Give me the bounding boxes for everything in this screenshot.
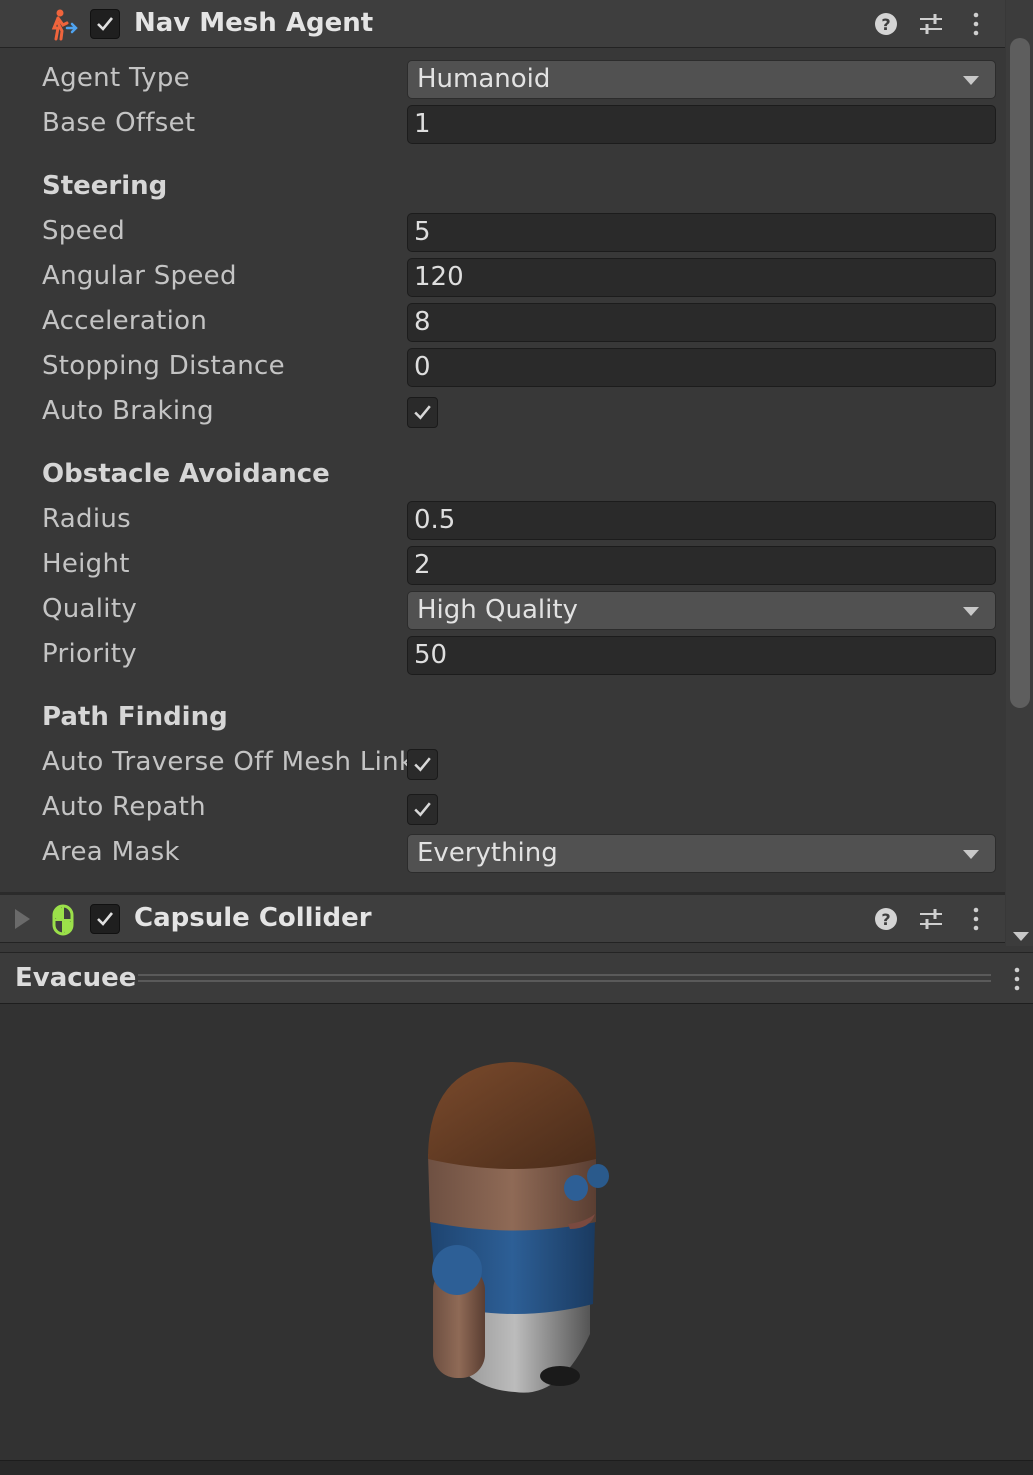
nav-mesh-agent-icon [51,9,78,41]
capsule-collider-icon [52,904,74,936]
checkmark-icon [414,802,431,817]
quality-dropdown[interactable]: High Quality [407,591,996,630]
agent-type-dropdown[interactable]: Humanoid [407,60,996,99]
preview-viewport[interactable] [0,1004,1033,1460]
svg-text:?: ? [881,910,890,929]
steering-heading: Steering [42,171,168,201]
acceleration-label: Acceleration [42,306,208,336]
nav-mesh-agent-enabled-toggle[interactable] [90,9,120,39]
auto-repath-checkbox[interactable] [407,794,438,825]
stopping-distance-field[interactable]: 0 [407,348,996,387]
kebab-menu-icon[interactable] [1006,965,1028,993]
auto-traverse-checkbox[interactable] [407,749,438,780]
agent-type-value: Humanoid [417,64,551,94]
auto-braking-checkbox[interactable] [407,397,438,428]
auto-braking-label: Auto Braking [42,396,214,426]
kebab-menu-icon[interactable] [962,10,990,38]
checkmark-icon [414,405,431,420]
auto-repath-label: Auto Repath [42,792,206,822]
presets-icon[interactable] [917,905,945,933]
help-icon[interactable]: ? [872,10,900,38]
help-icon[interactable]: ? [872,905,900,933]
priority-field[interactable]: 50 [407,636,996,675]
speed-label: Speed [42,216,126,246]
nav-mesh-agent-title: Nav Mesh Agent [134,8,374,38]
base-offset-field[interactable]: 1 [407,105,996,144]
kebab-menu-icon[interactable] [962,905,990,933]
radius-field[interactable]: 0.5 [407,501,996,540]
preview-title: Evacuee [15,963,137,993]
checkmark-icon [97,912,114,926]
agent-type-label: Agent Type [42,63,190,93]
stopping-distance-label: Stopping Distance [42,351,285,381]
quality-label: Quality [42,594,138,624]
checkmark-icon [97,17,114,31]
area-mask-value: Everything [417,838,558,868]
angular-speed-label: Angular Speed [42,261,237,291]
speed-field[interactable]: 5 [407,213,996,252]
priority-label: Priority [42,639,137,669]
height-field[interactable]: 2 [407,546,996,585]
capsule-collider-enabled-toggle[interactable] [90,904,120,934]
auto-traverse-label: Auto Traverse Off Mesh Link [42,747,415,777]
bottom-status-strip [0,1460,1033,1475]
preview-header[interactable]: Evacuee [0,952,1033,1004]
acceleration-field[interactable]: 8 [407,303,996,342]
dropdown-arrow-icon [963,850,979,859]
base-offset-label: Base Offset [42,108,196,138]
dropdown-arrow-icon [963,607,979,616]
height-label: Height [42,549,130,579]
presets-icon[interactable] [917,10,945,38]
obstacle-avoidance-heading: Obstacle Avoidance [42,459,330,489]
area-mask-label: Area Mask [42,837,180,867]
foldout-collapsed-icon[interactable] [15,909,31,929]
path-finding-heading: Path Finding [42,702,228,732]
preview-drag-handle[interactable] [138,974,991,982]
scrollbar-thumb[interactable] [1010,38,1030,708]
evacuee-character-model[interactable] [0,1004,1033,1460]
scroll-down-arrow-icon[interactable] [1013,932,1029,941]
capsule-collider-title: Capsule Collider [134,903,372,933]
area-mask-dropdown[interactable]: Everything [407,834,996,873]
checkmark-icon [414,757,431,772]
dropdown-arrow-icon [963,76,979,85]
capsule-collider-header[interactable]: Capsule Collider ? [0,895,1005,943]
quality-value: High Quality [417,595,578,625]
radius-label: Radius [42,504,131,534]
angular-speed-field[interactable]: 120 [407,258,996,297]
nav-mesh-agent-header[interactable]: Nav Mesh Agent ? [0,0,1005,48]
svg-text:?: ? [881,15,890,34]
